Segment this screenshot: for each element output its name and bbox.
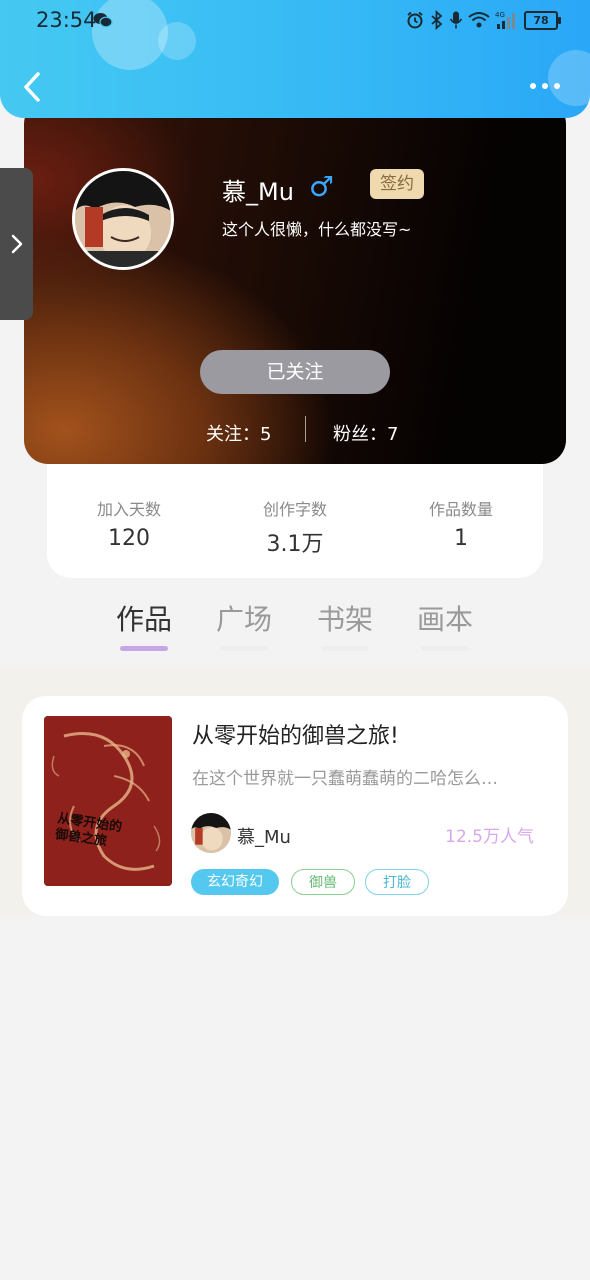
male-icon: ♂	[309, 170, 335, 203]
signal-4g-icon: 4G	[495, 11, 515, 29]
tab-picture-book[interactable]: 画本	[395, 598, 495, 651]
battery-icon: 78	[524, 10, 561, 30]
follow-button[interactable]: 已关注	[200, 350, 390, 394]
genre-tag[interactable]: 玄幻奇幻	[191, 869, 279, 895]
tab-indicator	[220, 646, 268, 651]
stat-value: 120	[108, 526, 150, 551]
popularity-count: 12.5万人气	[445, 827, 534, 847]
tab-indicator	[321, 646, 369, 651]
fans-count[interactable]: 粉丝：7	[333, 420, 398, 446]
signed-badge: 签约	[370, 169, 424, 199]
book-card[interactable]: 从零开始的御兽之旅 从零开始的御兽之旅! 在这个世界就一只蠢萌蠢萌的二哈怎么… …	[22, 696, 568, 916]
profile-bio: 这个人很懒，什么都没写~	[222, 220, 412, 239]
tab-bookshelf[interactable]: 书架	[295, 598, 395, 651]
wifi-icon	[468, 12, 490, 28]
tab-label: 广场	[215, 603, 272, 636]
tab-indicator	[421, 646, 469, 651]
chevron-right-icon	[11, 234, 23, 254]
book-cover[interactable]: 从零开始的御兽之旅	[44, 716, 172, 886]
following-count[interactable]: 关注：5	[206, 420, 271, 446]
mic-icon	[449, 11, 463, 29]
tab-indicator	[120, 646, 168, 651]
keyword-tag[interactable]: 御兽	[291, 869, 355, 895]
book-description: 在这个世界就一只蠢萌蠢萌的二哈怎么…	[192, 769, 498, 789]
author-avatar[interactable]	[191, 813, 231, 853]
tab-works[interactable]: 作品	[94, 598, 194, 651]
divider	[305, 416, 306, 442]
tab-label: 画本	[416, 603, 473, 636]
stat-join-days: 加入天数 120	[49, 496, 209, 551]
stat-label: 加入天数	[96, 500, 161, 519]
top-header: 23:54 4G 78	[0, 0, 590, 118]
profile-username: 慕_Mu	[222, 178, 294, 206]
status-time: 23:54	[36, 8, 97, 32]
status-icons: 4G 78	[405, 10, 561, 30]
stat-word-count: 创作字数 3.1万	[215, 496, 375, 558]
stat-works-count: 作品数量 1	[381, 496, 541, 551]
author-name[interactable]: 慕_Mu	[237, 823, 291, 849]
avatar-image	[75, 171, 171, 267]
tab-label: 作品	[115, 603, 172, 636]
back-button[interactable]	[16, 68, 50, 106]
stat-value: 1	[454, 526, 468, 551]
avatar[interactable]	[72, 168, 174, 270]
more-options-button[interactable]	[526, 76, 566, 96]
decor-bubble	[158, 22, 196, 60]
keyword-tag[interactable]: 打脸	[365, 869, 429, 895]
profile-card: 慕_Mu ♂ 签约 这个人很懒，什么都没写~ 已关注 关注：5 粉丝：7	[24, 100, 566, 464]
decor-bubble	[92, 0, 168, 70]
book-title[interactable]: 从零开始的御兽之旅!	[192, 718, 399, 750]
side-expand-tab[interactable]	[0, 168, 33, 320]
content-tabs: 作品 广场 书架 画本	[0, 598, 590, 668]
bluetooth-icon	[431, 10, 443, 30]
tab-label: 书架	[316, 603, 373, 636]
svg-text:4G: 4G	[495, 11, 505, 19]
alarm-icon	[407, 11, 423, 29]
author-avatar-image	[191, 813, 231, 853]
stat-label: 创作字数	[262, 500, 327, 519]
wechat-icon	[93, 13, 113, 28]
stat-label: 作品数量	[428, 500, 493, 519]
dragon-illustration	[44, 716, 172, 886]
tab-square[interactable]: 广场	[194, 598, 294, 651]
stat-value: 3.1万	[266, 532, 324, 557]
